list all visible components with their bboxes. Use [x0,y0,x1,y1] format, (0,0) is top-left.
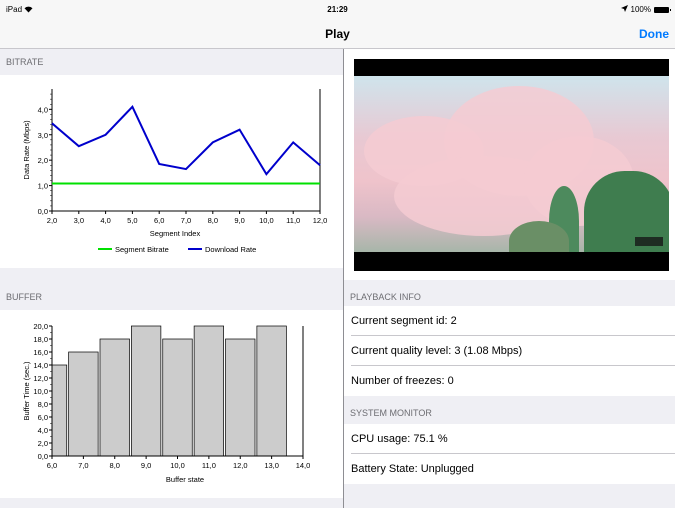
y-tick-label: 2,0 [38,156,48,165]
x-axis-label: Buffer state [166,475,204,484]
bar [225,338,256,457]
video-player[interactable] [354,59,669,271]
bar [131,325,162,457]
y-tick-label: 16,0 [33,348,48,357]
x-tick-label: 12,0 [313,216,328,225]
system-battery-state: Battery State: Unplugged [344,454,675,484]
x-tick-label: 7,0 [181,216,191,225]
page-title: Play [325,27,350,41]
legend-label: Segment Bitrate [115,245,169,254]
x-tick-label: 3,0 [74,216,84,225]
bitrate-chart-panel: 2,0 3,0 4,0 5,0 6,0 7,0 8,0 9,0 10,0 11,0 12,0 0,0 1… [0,75,343,268]
y-tick-label: 20,0 [33,322,48,331]
y-axis-label: Buffer Time (sec.) [22,361,31,421]
y-axis-label: Data Rate (Mbps) [22,120,31,180]
x-tick-label: 5,0 [127,216,137,225]
y-tick-label: 0,0 [38,207,48,216]
buffer-chart-panel: 6,0 7,0 8,0 9,0 10,0 11,0 12,0 13,0 14,0 0,0 2,0 4,… [0,310,343,498]
x-tick-label: 2,0 [47,216,57,225]
x-tick-label: 4,0 [100,216,110,225]
y-tick-label: 10,0 [33,387,48,396]
playback-quality-level: Current quality level: 3 (1.08 Mbps) [344,336,675,366]
section-header-buffer: BUFFER [6,292,42,302]
playback-freezes: Number of freezes: 0 [344,366,675,396]
y-tick-label: 14,0 [33,361,48,370]
x-tick-label: 6,0 [47,461,57,470]
x-tick-label: 11,0 [286,216,300,225]
location-arrow-icon [620,5,628,14]
y-tick-label: 1,0 [38,182,48,191]
x-tick-label: 8,0 [110,461,120,470]
status-bar: iPad 21:29 100% [0,0,675,20]
bar [68,351,99,457]
bar [162,338,193,457]
x-tick-label: 13,0 [264,461,279,470]
bar [99,338,130,457]
series-line-download-rate [51,105,321,176]
video-frame [354,76,669,252]
x-tick-label: 8,0 [208,216,218,225]
y-tick-label: 0,0 [38,452,48,461]
status-time: 21:29 [327,5,348,14]
x-tick-label: 10,0 [259,216,274,225]
legend-label: Download Rate [205,245,256,254]
x-tick-label: 12,0 [233,461,248,470]
y-tick-label: 8,0 [38,400,48,409]
x-tick-label: 10,0 [170,461,185,470]
x-tick-label: 11,0 [202,461,216,470]
section-header-system-monitor: SYSTEM MONITOR [350,408,432,418]
status-right: 100% [620,5,671,14]
y-tick-label: 12,0 [33,374,48,383]
x-tick-label: 6,0 [154,216,164,225]
y-tick-label: 3,0 [38,131,48,140]
buffer-chart: 6,0 7,0 8,0 9,0 10,0 11,0 12,0 13,0 14,0 0,0 2,0 4,… [22,322,311,484]
bitrate-chart: 2,0 3,0 4,0 5,0 6,0 7,0 8,0 9,0 10,0 11,0 12,0 0,0 1… [22,89,328,254]
y-tick-label: 4,0 [38,426,48,435]
section-header-bitrate: BITRATE [6,57,44,67]
x-axis-label: Segment Index [150,229,201,238]
battery-percent: 100% [630,5,651,14]
y-tick-label: 4,0 [38,105,48,114]
x-tick-label: 14,0 [296,461,311,470]
battery-icon [654,6,671,13]
nav-bar: Play Done [0,20,675,49]
bar [193,325,224,457]
playback-segment-id: Current segment id: 2 [344,306,675,336]
bar [256,325,287,457]
y-tick-label: 2,0 [38,439,48,448]
bar [51,364,68,457]
x-tick-label: 9,0 [234,216,244,225]
system-cpu-usage: CPU usage: 75.1 % [344,424,675,454]
y-tick-label: 6,0 [38,413,48,422]
x-tick-label: 7,0 [78,461,88,470]
done-button[interactable]: Done [639,27,669,41]
y-tick-label: 18,0 [33,335,48,344]
x-tick-label: 9,0 [141,461,151,470]
